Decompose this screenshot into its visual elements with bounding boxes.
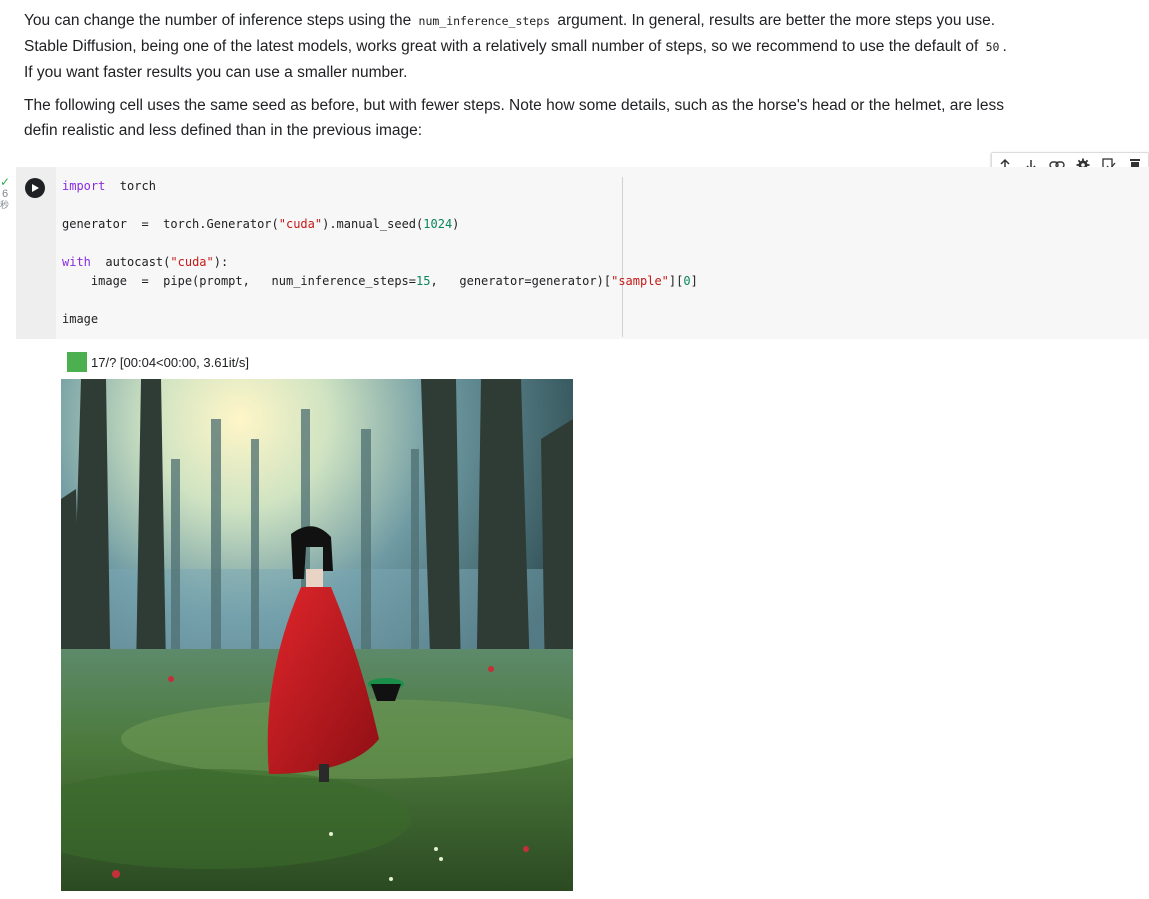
text: You can change the number of inference s… xyxy=(24,12,416,29)
code-text: ] xyxy=(690,274,698,288)
code-line: with autocast("cuda"): xyxy=(62,253,698,272)
code-text: ][ xyxy=(668,274,684,288)
progress-text: 17/? [00:04<00:00, 3.61it/s] xyxy=(91,354,249,370)
code-text: torch xyxy=(105,179,156,193)
code-line: image xyxy=(62,310,698,329)
code-text: image xyxy=(62,312,99,326)
execution-time: 秒 xyxy=(0,200,10,210)
code-text: image = pipe(prompt, num_inference_steps… xyxy=(62,274,417,288)
string: "sample" xyxy=(611,274,669,288)
code-text: generator = torch.Generator( xyxy=(62,217,279,231)
keyword: with xyxy=(62,255,91,269)
inline-code: 50 xyxy=(985,40,1000,54)
generated-image xyxy=(61,379,573,891)
markdown-cell: You can change the number of inference s… xyxy=(24,8,1124,151)
code-text: ): xyxy=(213,255,229,269)
code-line: generator = torch.Generator("cuda").manu… xyxy=(62,215,698,234)
run-cell-button[interactable] xyxy=(25,178,45,198)
progress-row: 17/? [00:04<00:00, 3.61it/s] xyxy=(67,352,249,372)
progress-fill xyxy=(67,352,87,372)
number: 1024 xyxy=(423,217,453,231)
text: argument. In general, results are better… xyxy=(553,12,996,29)
code-text: autocast( xyxy=(90,255,171,269)
paragraph-1: You can change the number of inference s… xyxy=(24,8,1124,85)
number: 15 xyxy=(416,274,431,288)
play-icon xyxy=(32,184,39,192)
forest-scene-image xyxy=(61,379,573,891)
text: The following cell uses the same seed as… xyxy=(24,97,1004,114)
code-text: ) xyxy=(452,217,460,231)
code-line: image = pipe(prompt, num_inference_steps… xyxy=(62,272,698,291)
code-text: , generator=generator)[ xyxy=(430,274,612,288)
keyword: import xyxy=(62,179,106,193)
code-editor[interactable]: import torch generator = torch.Generator… xyxy=(62,177,698,329)
text: . xyxy=(1002,38,1007,55)
string: "cuda" xyxy=(278,217,323,231)
check-icon: ✓ xyxy=(0,175,11,189)
text: defin realistic and less defined than in… xyxy=(24,122,423,139)
cell-status: ✓ 6 秒 xyxy=(0,176,14,210)
text: Stable Diffusion, being one of the lates… xyxy=(24,38,983,55)
string: "cuda" xyxy=(170,255,214,269)
execution-count: 6 xyxy=(2,188,9,200)
code-line: import torch xyxy=(62,177,698,196)
code-text: ).manual_seed( xyxy=(322,217,424,231)
paragraph-2: The following cell uses the same seed as… xyxy=(24,93,1124,143)
progress-bar xyxy=(67,352,87,372)
text: If you want faster results you can use a… xyxy=(24,64,408,81)
number: 0 xyxy=(683,274,691,288)
inline-code: num_inference_steps xyxy=(418,14,551,28)
